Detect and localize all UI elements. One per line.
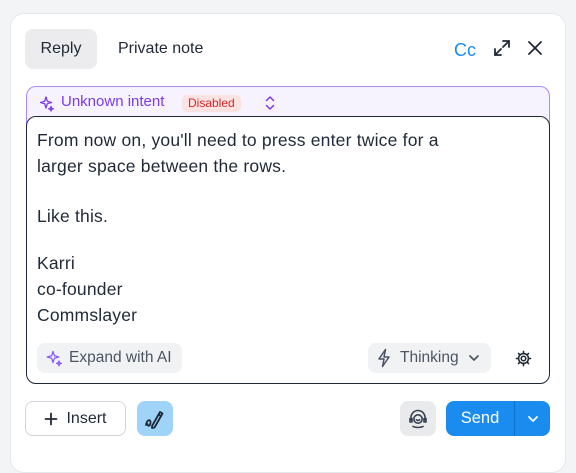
- close-icon: [528, 41, 542, 55]
- editor-line: larger space between the rows.: [37, 156, 287, 176]
- expand-button[interactable]: [491, 37, 513, 59]
- insert-button[interactable]: Insert: [25, 401, 126, 436]
- cc-button[interactable]: Cc: [454, 36, 476, 64]
- agent-face-icon: [409, 409, 427, 428]
- sparkle-icon: [39, 96, 54, 112]
- close-button[interactable]: [525, 38, 545, 58]
- signature-button[interactable]: [137, 401, 173, 436]
- editor-line: Commslayer: [37, 305, 138, 325]
- plus-icon: [45, 412, 58, 425]
- send-button[interactable]: Send: [446, 401, 514, 436]
- agent-assist-button[interactable]: [400, 401, 436, 436]
- signature-pen-icon: [145, 410, 164, 429]
- thinking-dropdown[interactable]: Thinking: [368, 343, 491, 373]
- message-editor[interactable]: From now on, you'll need to press enter …: [26, 116, 550, 384]
- tab-reply[interactable]: Reply: [25, 29, 97, 69]
- send-button-group: Send: [446, 401, 550, 436]
- chevron-down-icon: [468, 355, 479, 361]
- editor-line: Karri: [37, 253, 75, 273]
- settings-button[interactable]: [514, 349, 532, 367]
- lightning-icon: [378, 348, 390, 368]
- tab-private-note[interactable]: Private note: [104, 29, 217, 69]
- editor-line: co-founder: [37, 279, 123, 299]
- expand-arrows-icon: [494, 40, 510, 56]
- status-badge: Disabled: [182, 95, 241, 112]
- send-options-button[interactable]: [515, 401, 550, 436]
- editor-line: From now on, you'll need to press enter …: [37, 130, 439, 150]
- expand-with-ai-label: Expand with AI: [69, 349, 172, 366]
- sparkle-icon: [46, 350, 63, 367]
- chevron-up-down-icon: [265, 96, 275, 110]
- insert-label: Insert: [66, 409, 107, 427]
- editor-line: Like this.: [37, 206, 109, 226]
- gear-icon: [515, 350, 531, 366]
- intent-label: Unknown intent: [61, 93, 165, 110]
- chevron-down-icon: [527, 415, 538, 422]
- expand-with-ai-button[interactable]: Expand with AI: [37, 343, 182, 373]
- thinking-label: Thinking: [400, 349, 459, 366]
